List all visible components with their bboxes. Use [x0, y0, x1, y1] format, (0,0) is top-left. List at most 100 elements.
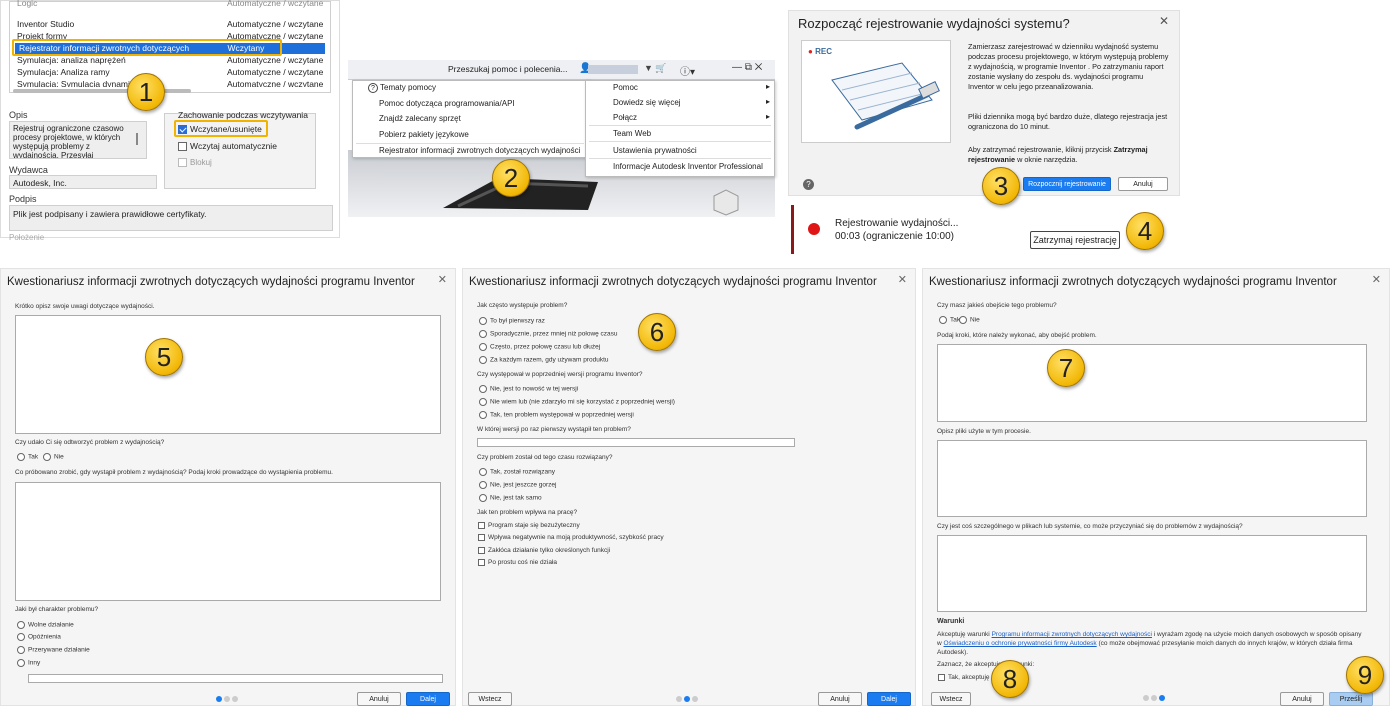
workaround-steps-textarea[interactable] — [937, 344, 1367, 422]
files-textarea[interactable] — [937, 440, 1367, 517]
list-item[interactable]: Symulacja: Symulacja dynamiczna Automatyc… — [17, 79, 327, 87]
dialog-body-1: Zamierzasz zarejestrować w dzienniku wyd… — [968, 42, 1169, 91]
option-radio[interactable]: Wolne działanie — [17, 621, 74, 629]
username-field[interactable] — [588, 65, 638, 74]
option-checkbox[interactable]: Po prostu coś nie działa — [478, 559, 557, 566]
block-checkbox[interactable]: Blokuj — [178, 158, 212, 168]
option-radio[interactable]: Nie, jest tak samo — [479, 494, 542, 502]
option-radio[interactable]: Nie wiem lub (nie zdarzyło mi się korzys… — [479, 398, 675, 406]
nature-question: Jaki był charakter problemu? — [15, 606, 99, 613]
option-radio[interactable]: Tak, ten problem występował w poprzednie… — [479, 411, 634, 419]
menu-item-help-topics[interactable]: ? Tematy pomocy — [368, 83, 436, 93]
start-recording-button[interactable]: Rozpocznij rejestrowanie — [1023, 177, 1111, 191]
viewcube-icon[interactable] — [710, 188, 740, 216]
menu-item-language-packs[interactable]: Pobierz pakiety językowe — [379, 130, 469, 139]
autoload-checkbox[interactable]: Wczytaj automatycznie — [178, 141, 277, 152]
terms-text: Akceptuję warunki Programu informacji zw… — [937, 631, 1362, 656]
description-box: Rejestruj ograniczone czasowo procesy pr… — [9, 121, 147, 159]
help-icon[interactable]: ⓘ▾ — [680, 63, 695, 78]
terms-link[interactable]: Programu informacji zwrotnych dotyczącyc… — [992, 631, 1152, 638]
submenu-item-about[interactable]: Informacje Autodesk Inventor Professiona… — [613, 162, 763, 171]
questionnaire-page-2: Kwestionariusz informacji zwrotnych doty… — [462, 268, 916, 706]
questionnaire-title: Kwestionariusz informacji zwrotnych doty… — [929, 276, 1337, 288]
option-radio[interactable]: Opóźnienia — [17, 633, 61, 641]
close-icon[interactable]: ✕ — [1372, 273, 1381, 286]
other-input[interactable] — [28, 674, 443, 683]
cancel-button[interactable]: Anuluj — [818, 692, 862, 706]
chevron-right-icon: ▸ — [766, 112, 771, 121]
option-radio[interactable]: Za każdym razem, gdy używam produktu — [479, 356, 609, 364]
addin-manager-panel: Logic Automatyczne / wczytane Inventor St… — [0, 0, 340, 242]
submenu-item-learn[interactable]: Dowiedz się więcej — [613, 98, 681, 107]
submenu-item-privacy[interactable]: Ustawienia prywatności — [613, 146, 697, 155]
help-icon[interactable]: ? — [803, 179, 814, 190]
callout-badge: 9 — [1346, 656, 1384, 694]
option-radio[interactable]: Przerywane działanie — [17, 646, 90, 654]
menu-divider — [589, 141, 771, 142]
cancel-button[interactable]: Anuluj — [357, 692, 401, 706]
callout-badge: 4 — [1126, 212, 1164, 250]
option-checkbox[interactable]: Wpływa negatywnie na moją produktywność,… — [478, 534, 664, 541]
feedback-textarea[interactable] — [15, 315, 441, 434]
next-button[interactable]: Dalej — [406, 692, 450, 706]
dialog-title: Rozpocząć rejestrowanie wydajności syste… — [798, 16, 1070, 31]
list-item[interactable]: Logic Automatyczne / wczytane — [17, 0, 327, 9]
special-textarea[interactable] — [937, 535, 1367, 612]
files-label: Opisz pliki użyte w tym procesie. — [937, 428, 1031, 435]
first-version-input[interactable] — [477, 438, 795, 447]
steps-question: Co próbowano zrobić, gdy wystąpił proble… — [15, 469, 333, 476]
recording-accent-bar — [791, 205, 794, 254]
option-radio[interactable]: Nie, jest to nowość w tej wersji — [479, 385, 578, 393]
cancel-button[interactable]: Anuluj — [1118, 177, 1168, 191]
window-controls-icon[interactable]: — ⧉ ✕ — [732, 62, 762, 73]
workaround-yes-radio[interactable]: Tak — [939, 316, 960, 324]
highlight-frame — [174, 120, 268, 137]
privacy-link[interactable]: Oświadczeniu o ochronie prywatności firm… — [944, 640, 1097, 647]
option-radio[interactable]: Sporadycznie, przez mniej niż połowę cza… — [479, 330, 618, 338]
close-icon[interactable]: ✕ — [1159, 14, 1169, 28]
option-radio[interactable]: Często, przez połowę czasu lub dłużej — [479, 343, 600, 351]
list-item[interactable]: Inventor Studio Automatyczne / wczytane — [17, 19, 327, 30]
option-radio[interactable]: Nie, jest jeszcze gorzej — [479, 481, 556, 489]
accept-checkbox[interactable]: Tak, akceptuję — [938, 674, 990, 681]
menu-item-performance-recorder[interactable]: Rejestrator informacji zwrotnych dotyczą… — [379, 146, 580, 155]
publisher-label: Wydawca — [9, 165, 48, 175]
submenu-item-team-web[interactable]: Team Web — [613, 129, 651, 138]
send-button[interactable]: Prześlij — [1329, 692, 1373, 706]
cancel-button[interactable]: Anuluj — [1280, 692, 1324, 706]
publisher-value: Autodesk, Inc. — [9, 175, 157, 189]
submenu-item-help[interactable]: Pomoc — [613, 83, 638, 92]
submenu-item-connect[interactable]: Połącz — [613, 113, 637, 122]
recording-timer: 00:03 (ograniczenie 10:00) — [835, 231, 954, 242]
terms-title: Warunki — [937, 618, 965, 625]
reproduce-yes-radio[interactable]: Tak — [17, 453, 38, 461]
close-icon[interactable]: ✕ — [898, 273, 907, 286]
menu-item-api-help[interactable]: Pomoc dotycząca programowania/API — [379, 99, 515, 108]
option-radio[interactable]: To był pierwszy raz — [479, 317, 545, 325]
option-checkbox[interactable]: Zakłóca działanie tylko określonych funk… — [478, 547, 610, 554]
steps-textarea[interactable] — [15, 482, 441, 601]
option-radio[interactable]: Inny — [17, 659, 40, 667]
cart-icon[interactable]: ▼ 🛒 — [644, 63, 667, 74]
search-input[interactable]: Przeszukaj pomoc i polecenia... — [448, 64, 568, 74]
next-button[interactable]: Dalej — [867, 692, 911, 706]
scroll-thumb[interactable] — [136, 133, 138, 145]
back-button[interactable]: Wstecz — [468, 692, 512, 706]
document-pen-icon — [831, 62, 940, 130]
stop-recording-button[interactable]: Zatrzymaj rejestrację — [1030, 231, 1120, 249]
option-radio[interactable]: Tak, został rozwiązany — [479, 468, 555, 476]
dialog-body-2: Pliki dziennika mogą być bardzo duże, dl… — [968, 112, 1168, 131]
list-item[interactable]: Symulacja: analiza naprężeń Automatyczne … — [17, 55, 327, 66]
impact-question: Jak ten problem wpływa na pracę? — [477, 509, 578, 516]
load-behavior-label: Zachowanie podczas wczytywania — [178, 110, 308, 120]
menu-item-hardware[interactable]: Znajdź zalecany sprzęt — [379, 114, 461, 123]
first-version-question: W której wersji po raz pierwszy wystąpił… — [477, 426, 631, 433]
reproduce-no-radio[interactable]: Nie — [43, 453, 64, 461]
page-indicator — [216, 696, 238, 702]
workaround-no-radio[interactable]: Nie — [959, 316, 980, 324]
close-icon[interactable]: ✕ — [438, 273, 447, 286]
option-checkbox[interactable]: Program staje się bezużyteczny — [478, 522, 580, 529]
previous-version-question: Czy występował w poprzedniej wersji prog… — [477, 371, 643, 378]
back-button[interactable]: Wstecz — [931, 692, 971, 706]
list-item[interactable]: Symulacja: Analiza ramy Automatyczne / wc… — [17, 67, 327, 78]
